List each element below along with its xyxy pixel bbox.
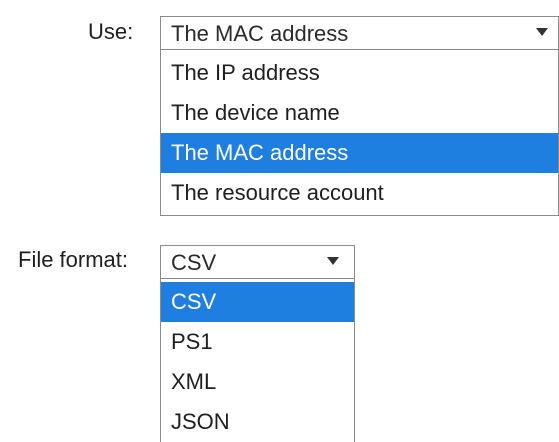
file-format-option-csv[interactable]: CSV <box>161 282 354 322</box>
use-dropdown-list: The IP address The device name The MAC a… <box>160 50 559 216</box>
use-option-mac-address[interactable]: The MAC address <box>161 133 558 173</box>
use-option-ip-address[interactable]: The IP address <box>161 53 558 93</box>
use-option-resource-account[interactable]: The resource account <box>161 173 558 213</box>
chevron-down-icon[interactable] <box>327 257 339 265</box>
file-format-label: File format: <box>18 247 129 272</box>
use-dropdown[interactable]: The MAC address <box>160 16 559 50</box>
use-dropdown-value: The MAC address <box>171 21 349 46</box>
file-format-dropdown[interactable]: CSV <box>160 245 355 279</box>
chevron-down-icon[interactable] <box>536 28 548 36</box>
use-label: Use: <box>88 19 134 44</box>
file-format-option-xml[interactable]: XML <box>161 362 354 402</box>
file-format-option-json[interactable]: JSON <box>161 402 354 442</box>
file-format-dropdown-value: CSV <box>171 250 217 275</box>
export-options-form: Use: The MAC address The IP address The … <box>0 0 559 442</box>
file-format-dropdown-list: CSV PS1 XML JSON <box>160 279 355 442</box>
file-format-option-ps1[interactable]: PS1 <box>161 322 354 362</box>
use-option-device-name[interactable]: The device name <box>161 93 558 133</box>
